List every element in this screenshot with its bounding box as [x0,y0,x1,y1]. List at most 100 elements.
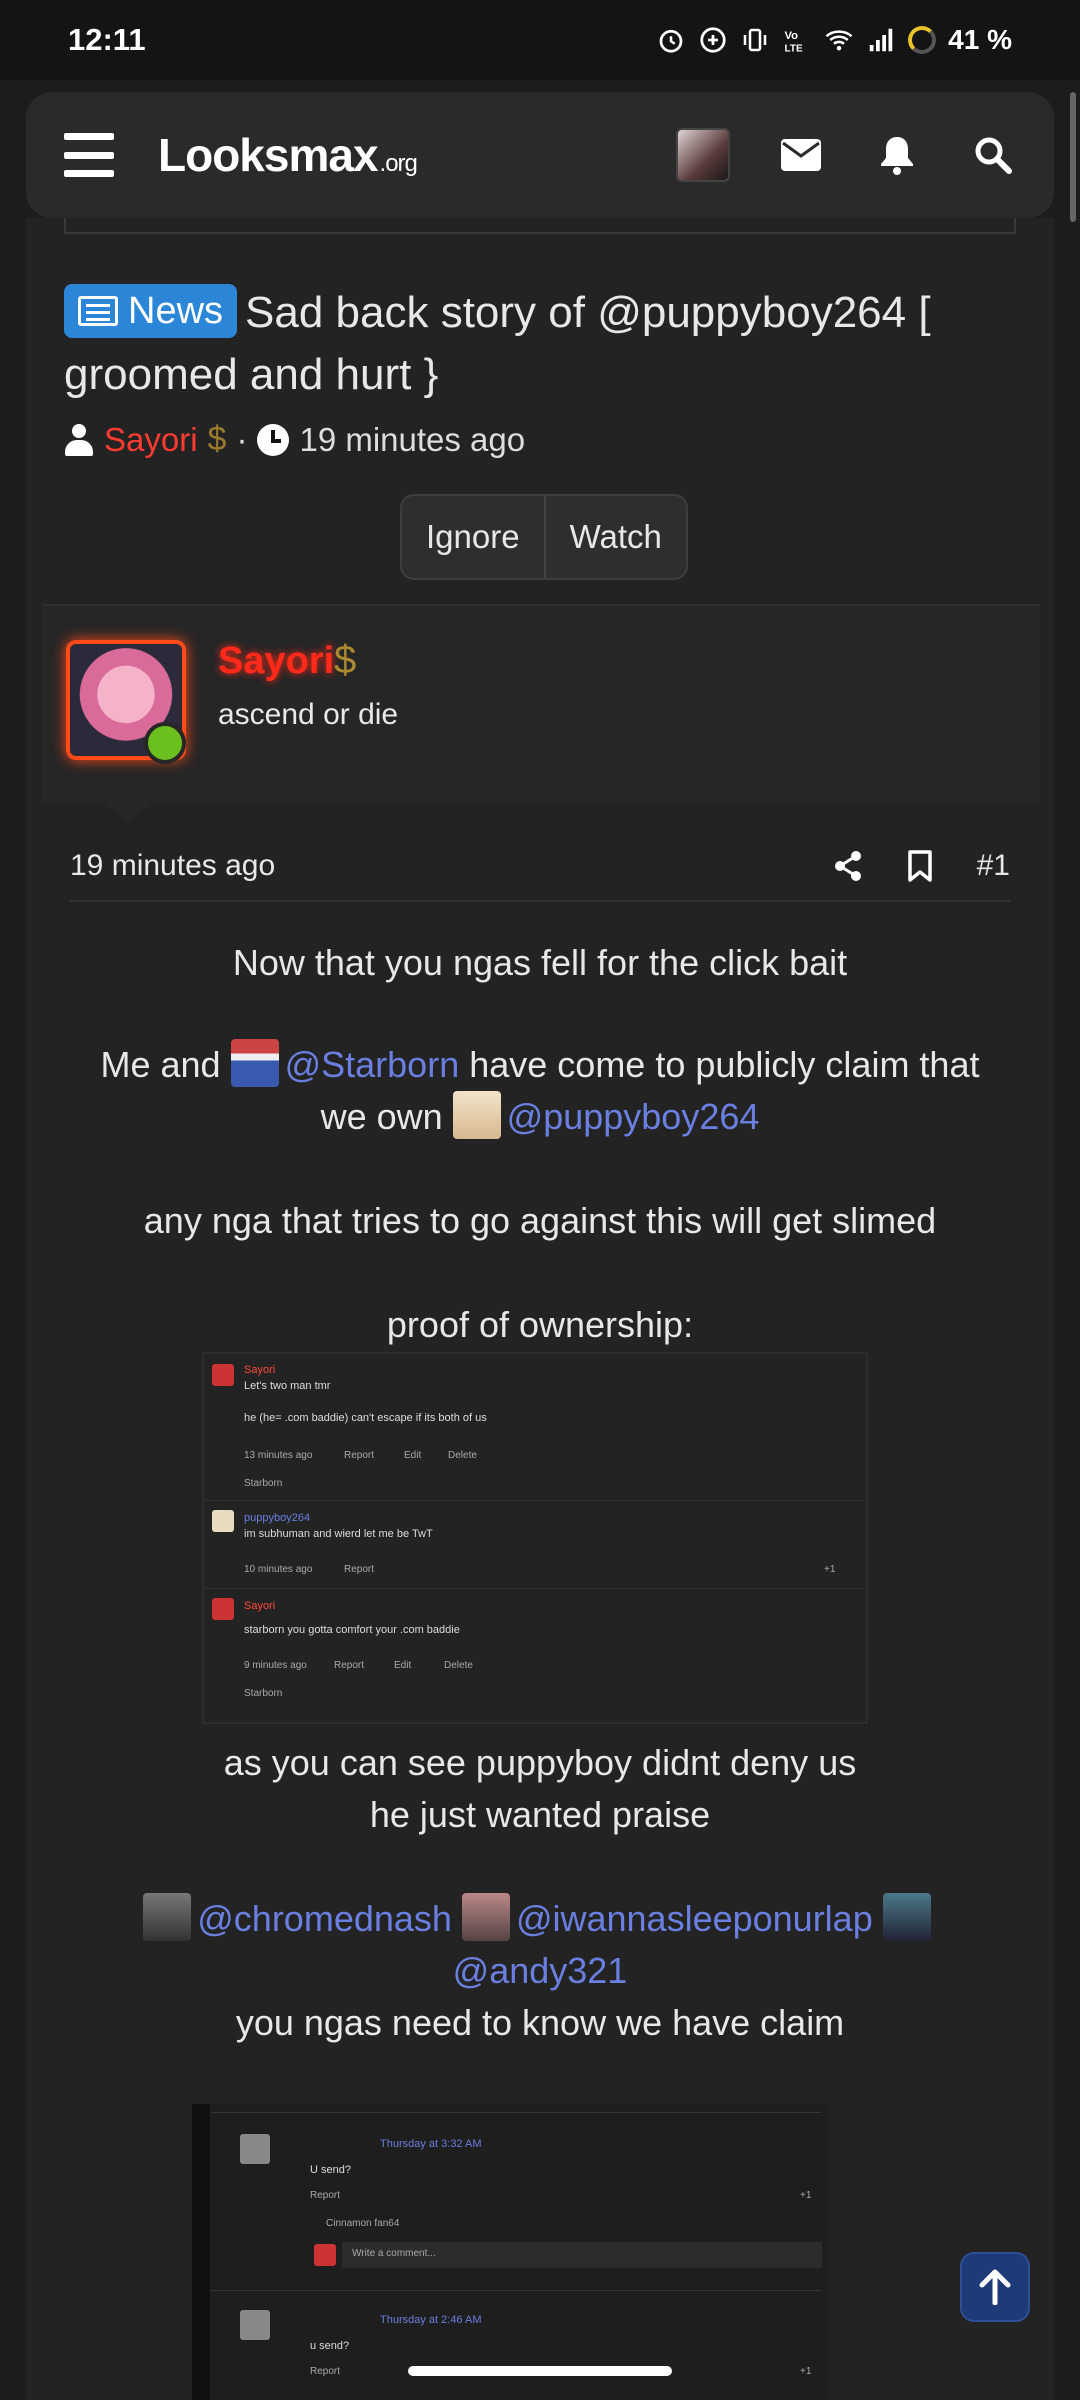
sc-divider [210,2290,822,2291]
sc-avatar [212,1364,234,1386]
ignore-button[interactable]: Ignore [402,496,544,578]
sc-reaction: Starborn [244,1688,283,1699]
starborn-avatar [230,1039,279,1088]
sc-edit: Edit [394,1660,412,1671]
sc-username: puppyboy264 [244,1512,311,1524]
post-username[interactable]: Sayori [218,640,334,683]
sc-username: Sayori [244,1364,276,1376]
mention-chromednash[interactable]: @chromednash [197,1898,452,1939]
sc-report: Report [334,1660,365,1671]
data-saver-icon [700,27,726,53]
embedded-screenshot-1[interactable]: Sayori Let's two man tmr he (he= .com ba… [202,1352,868,1724]
signal-icon [869,28,893,52]
sc-like: +1 [800,2190,812,2201]
puppyboy-avatar [452,1091,501,1140]
chromednash-avatar [143,1893,192,1942]
sc-avatar [212,1598,234,1620]
sc-report: Report [344,1450,375,1461]
iwannasleep-avatar [461,1893,510,1942]
sc-divider [204,1588,864,1589]
thread-actions: Ignore Watch [400,494,688,580]
divider [64,218,1016,234]
post-line-mentions: @chromednash @iwannasleeponurlap [64,1893,1016,1945]
vibrate-icon [743,28,767,52]
bookmark-icon[interactable] [907,850,933,882]
battery-percent: 41 % [948,24,1012,55]
author-badge: $ [207,420,227,458]
thread-author[interactable]: Sayori [104,421,198,459]
svg-text:Vo: Vo [785,30,799,42]
status-bar: 12:11 Vo LTE 41 % [0,0,1080,80]
user-avatar[interactable] [676,128,730,182]
sc-text: he (he= .com baddie) can't escape if its… [244,1412,487,1424]
sc-text: u send? [310,2340,350,2352]
logo-suffix: .org [379,150,418,177]
menu-icon[interactable] [64,133,114,177]
post-line-6: as you can see puppyboy didnt deny us [223,1742,857,1783]
sc-report: Report [344,1564,375,1575]
svg-text:LTE: LTE [785,43,803,54]
user-icon [64,423,94,456]
sc-time: Thursday at 2:46 AM [380,2314,482,2326]
meta-separator: · [236,420,248,458]
post-line-1: Now that you ngas fell for the click bai… [232,942,848,983]
sc-like: +1 [800,2366,812,2377]
status-time: 12:11 [68,22,146,57]
sc-text: im subhuman and wierd let me be TwT [244,1528,433,1540]
post-line-mentions-2: @andy321 [64,1945,1016,1997]
wifi-icon [825,30,853,51]
alarm-icon [659,29,683,53]
home-indicator[interactable] [408,2366,672,2376]
sc-divider [210,2112,822,2113]
post-line-2: Me and @Starborn have come to publicly c… [64,1039,1016,1091]
mention-starborn[interactable]: @Starborn [285,1044,460,1085]
mention-iwannasleeponurlap[interactable]: @iwannasleeponurlap [516,1898,873,1939]
mention-andy321[interactable]: @andy321 [453,1950,628,1991]
sc-delete: Delete [444,1660,473,1671]
thread-time[interactable]: 19 minutes ago [299,421,525,459]
post-line-5: proof of ownership: [386,1304,694,1345]
sc-edit: Edit [404,1450,422,1461]
embedded-screenshot-2[interactable]: Thursday at 3:32 AM U send? Report +1 Ci… [192,2104,828,2400]
sc-write-comment: Write a comment... [352,2248,436,2259]
sc-delete: Delete [448,1450,477,1461]
sc-username: Sayori [244,1600,276,1612]
scrollbar[interactable] [1070,92,1076,222]
newspaper-icon [78,296,118,327]
watch-button[interactable]: Watch [546,496,686,578]
sc-time: Thursday at 3:32 AM [380,2138,482,2150]
bell-icon[interactable] [872,130,922,180]
sc-meta: 9 minutes ago [244,1660,307,1671]
sc-text: starborn you gotta comfort your .com bad… [244,1624,460,1636]
post-line-3: we own @puppyboy264 [64,1091,1016,1143]
clock-icon [257,423,290,456]
volte-icon: VoLTE [785,30,803,55]
sc-text: U send? [310,2164,351,2176]
news-badge[interactable]: News [64,284,238,339]
site-logo[interactable]: Looksmax .org [158,128,418,182]
post-user-badge: $ [334,638,357,682]
sc-report: Report [310,2190,341,2201]
scroll-top-button[interactable] [960,2252,1030,2322]
logo-main: Looksmax [158,129,379,181]
sc-like: +1 [824,1564,836,1575]
sc-divider [204,1500,864,1501]
post-user-title: ascend or die [218,698,399,731]
sc-meta: 10 minutes ago [244,1564,313,1575]
sc-avatar [212,1510,234,1532]
sc-meta: 13 minutes ago [244,1450,313,1461]
post-number[interactable]: #1 [977,849,1010,883]
post-time[interactable]: 19 minutes ago [70,849,275,883]
arrow-up-icon [979,2269,1011,2305]
mention-puppyboy[interactable]: @puppyboy264 [507,1096,760,1137]
mail-icon[interactable] [776,130,826,180]
thread-title: News Sad back story of @puppyboy264 [ gro… [64,282,1024,406]
post-line-7: he just wanted praise [369,1794,711,1835]
sc-avatar [240,2134,270,2164]
search-icon[interactable] [968,130,1018,180]
online-indicator [144,722,186,764]
post-line-4: any nga that tries to go against this wi… [143,1200,937,1241]
post-arrow [104,802,152,824]
share-icon[interactable] [833,850,863,882]
sc-comment-user: Cinnamon fan64 [326,2218,400,2229]
